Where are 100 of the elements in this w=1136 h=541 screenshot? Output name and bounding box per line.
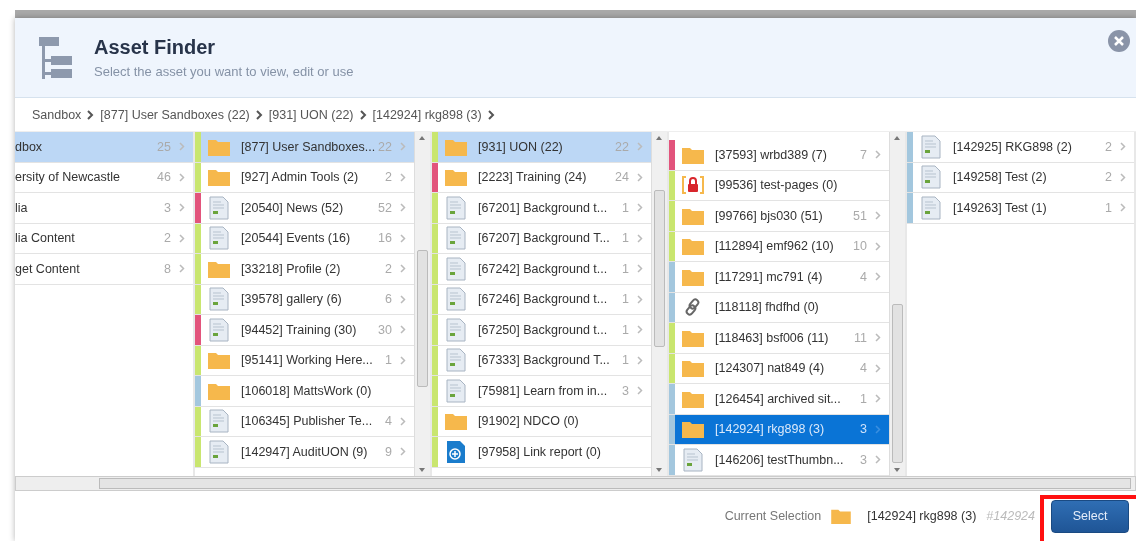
close-button[interactable] — [1108, 30, 1130, 55]
asset-row[interactable]: [97958] Link report (0) — [432, 437, 651, 468]
chevron-icon[interactable] — [637, 203, 643, 213]
chevron-icon[interactable] — [637, 142, 643, 152]
asset-row[interactable]: [39578] gallery (6) 6 — [195, 284, 414, 315]
asset-row[interactable]: ersity of Newcastle 46 — [15, 162, 193, 193]
child-count: 4 — [385, 414, 393, 429]
asset-row[interactable]: [149258] Test (2) 2 — [907, 162, 1134, 193]
child-count: 3 — [860, 452, 868, 467]
asset-row[interactable]: [142925] RKG898 (2) 2 — [907, 132, 1134, 163]
folder-icon — [682, 237, 704, 256]
asset-name: ersity of Newcastle — [15, 170, 121, 185]
chevron-icon[interactable] — [179, 172, 185, 182]
chevron-icon[interactable] — [179, 233, 185, 243]
chevron-icon[interactable] — [400, 264, 406, 274]
chevron-icon[interactable] — [875, 455, 881, 465]
asset-row[interactable]: [149263] Test (1) 1 — [907, 193, 1134, 224]
chevron-icon[interactable] — [637, 172, 643, 182]
asset-row[interactable]: [67250] Background t... 1 — [432, 315, 651, 346]
select-button[interactable]: Select — [1051, 499, 1129, 533]
chevron-icon[interactable] — [400, 447, 406, 457]
asset-name: [149258] Test (2) — [952, 170, 1048, 185]
chevron-icon[interactable] — [400, 233, 406, 243]
asset-row[interactable]: [142924] rkg898 (3) 3 — [669, 414, 889, 445]
asset-row[interactable]: [142947] AuditUON (9) 9 — [195, 437, 414, 468]
chevron-icon[interactable] — [179, 264, 185, 274]
chevron-icon[interactable] — [637, 325, 643, 335]
asset-row[interactable]: lia 3 — [15, 193, 193, 224]
asset-row[interactable]: [67246] Background t... 1 — [432, 284, 651, 315]
asset-name: [33218] Profile (2) — [240, 261, 342, 276]
asset-row[interactable]: [106345] Publisher Te... 4 — [195, 406, 414, 437]
breadcrumb-link[interactable]: Sandbox — [32, 107, 82, 122]
asset-row[interactable]: [20544] Events (16) 16 — [195, 223, 414, 254]
asset-row[interactable]: [67333] Background T... 1 — [432, 345, 651, 376]
chevron-icon[interactable] — [875, 394, 881, 404]
asset-row[interactable]: [67242] Background t... 1 — [432, 254, 651, 285]
chevron-icon[interactable] — [400, 325, 406, 335]
asset-row[interactable]: [124307] nat849 (4) 4 — [669, 353, 889, 384]
chevron-icon[interactable] — [875, 272, 881, 282]
asset-row[interactable]: [118463] bsf006 (11) 11 — [669, 323, 889, 354]
child-count: 52 — [378, 200, 393, 215]
chevron-icon[interactable] — [179, 203, 185, 213]
chevron-icon[interactable] — [637, 264, 643, 274]
asset-row[interactable]: [99536] test-pages (0) — [669, 170, 889, 201]
tree-icon — [39, 36, 72, 79]
chevron-icon[interactable] — [179, 142, 185, 152]
asset-row[interactable]: [33218] Profile (2) 2 — [195, 254, 414, 285]
asset-row[interactable]: [37593] wrbd389 (7) 7 — [669, 140, 889, 171]
asset-row[interactable]: [2223] Training (24) 24 — [432, 162, 651, 193]
asset-row[interactable]: [927] Admin Tools (2) 2 — [195, 162, 414, 193]
chevron-icon[interactable] — [400, 142, 406, 152]
asset-row[interactable]: [931] UON (22) 22 — [432, 132, 651, 163]
asset-row[interactable]: [112894] emf962 (10) 10 — [669, 231, 889, 262]
chevron-icon[interactable] — [637, 233, 643, 243]
chevron-icon[interactable] — [400, 203, 406, 213]
chevron-icon[interactable] — [875, 363, 881, 373]
chevron-icon[interactable] — [637, 386, 643, 396]
chevron-icon[interactable] — [400, 294, 406, 304]
asset-row[interactable]: [146206] testThumbn... 3 — [669, 445, 889, 476]
chevron-icon[interactable] — [400, 172, 406, 182]
chevron-icon[interactable] — [875, 424, 881, 434]
scrollbar[interactable] — [651, 132, 667, 476]
asset-row[interactable]: get Content 8 — [15, 254, 193, 285]
report-icon — [446, 439, 466, 464]
asset-row[interactable]: [75981] Learn from in... 3 — [432, 376, 651, 407]
horizontal-scrollbar[interactable] — [15, 476, 1136, 491]
scrollbar[interactable] — [889, 132, 905, 476]
chevron-icon[interactable] — [875, 333, 881, 343]
asset-row[interactable]: [877] User Sandboxes... 22 — [195, 132, 414, 163]
chevron-icon[interactable] — [875, 241, 881, 251]
asset-row[interactable]: [67207] Background T... 1 — [432, 223, 651, 254]
chevron-icon[interactable] — [1120, 142, 1126, 152]
asset-row[interactable]: [106018] MattsWork (0) — [195, 376, 414, 407]
asset-row[interactable]: [20540] News (52) 52 — [195, 193, 414, 224]
breadcrumb-link[interactable]: [877] User Sandboxes (22) — [100, 107, 250, 122]
dialog-subtitle: Select the asset you want to view, edit or use — [94, 64, 354, 79]
asset-row[interactable]: lia Content 2 — [15, 223, 193, 254]
breadcrumb-link[interactable]: [142924] rkg898 (3) — [372, 107, 482, 122]
child-count: 7 — [860, 147, 868, 162]
chevron-icon[interactable] — [637, 294, 643, 304]
asset-name: [20544] Events (16) — [240, 231, 352, 246]
chevron-icon[interactable] — [400, 355, 406, 365]
chevron-icon[interactable] — [1120, 203, 1126, 213]
asset-row[interactable]: [118118] fhdfhd (0) — [669, 292, 889, 323]
scrollbar[interactable] — [414, 132, 430, 476]
chevron-icon[interactable] — [400, 416, 406, 426]
child-count: 1 — [622, 261, 630, 276]
asset-row[interactable]: [117291] mc791 (4) 4 — [669, 262, 889, 293]
asset-row[interactable]: [94452] Training (30) 30 — [195, 315, 414, 346]
chevron-icon[interactable] — [875, 211, 881, 221]
asset-row[interactable]: [91902] NDCO (0) — [432, 406, 651, 437]
asset-row[interactable]: [95141] Working Here... 1 — [195, 345, 414, 376]
breadcrumb-link[interactable]: [931] UON (22) — [268, 107, 354, 122]
asset-row[interactable]: [126454] archived sit... 1 — [669, 384, 889, 415]
chevron-icon[interactable] — [637, 355, 643, 365]
chevron-icon[interactable] — [875, 150, 881, 160]
asset-row[interactable]: [99766] bjs030 (51) 51 — [669, 201, 889, 232]
asset-row[interactable]: [67201] Background t... 1 — [432, 193, 651, 224]
asset-row[interactable]: dbox 25 — [15, 132, 193, 163]
chevron-icon[interactable] — [1120, 172, 1126, 182]
